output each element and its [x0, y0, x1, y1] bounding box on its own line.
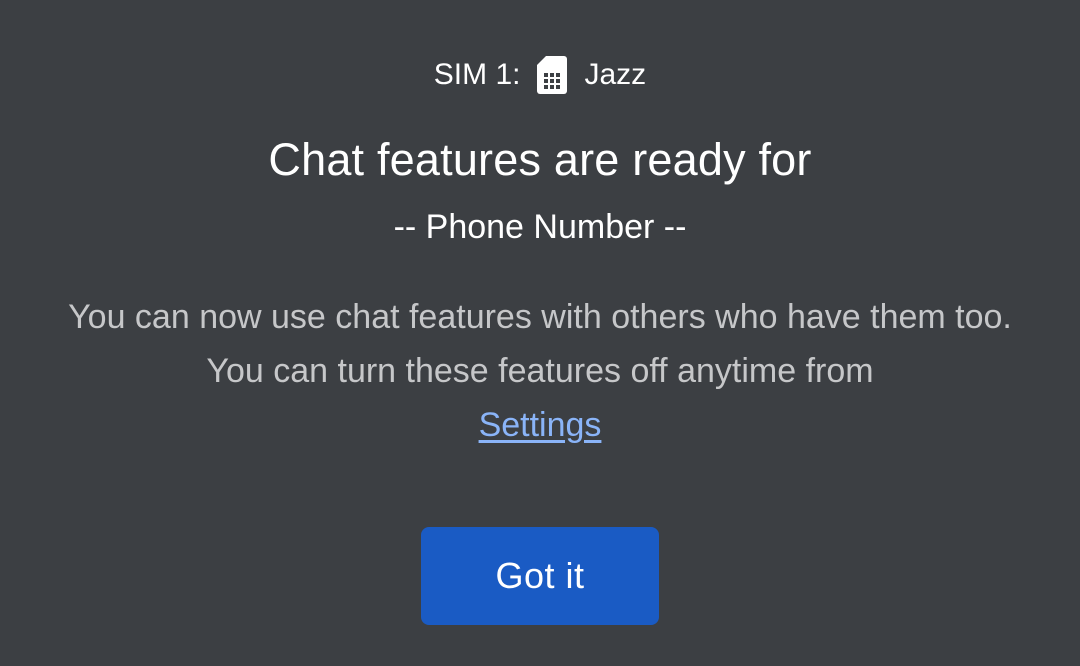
- sim-card-icon: [536, 56, 567, 94]
- settings-link[interactable]: Settings: [479, 406, 602, 444]
- description-text: You can now use chat features with other…: [68, 298, 1012, 390]
- dialog-title: Chat features are ready for: [268, 134, 812, 185]
- sim-label: SIM 1:: [433, 58, 521, 91]
- sim-info-row: SIM 1: Jazz: [0, 56, 1080, 94]
- phone-number: -- Phone Number --: [393, 208, 687, 246]
- got-it-button[interactable]: Got it: [421, 527, 659, 625]
- chat-features-dialog: SIM 1: Jazz Chat features are ready for …: [0, 0, 1080, 666]
- carrier-name: Jazz: [584, 58, 647, 91]
- description-block: You can now use chat features with other…: [60, 290, 1020, 452]
